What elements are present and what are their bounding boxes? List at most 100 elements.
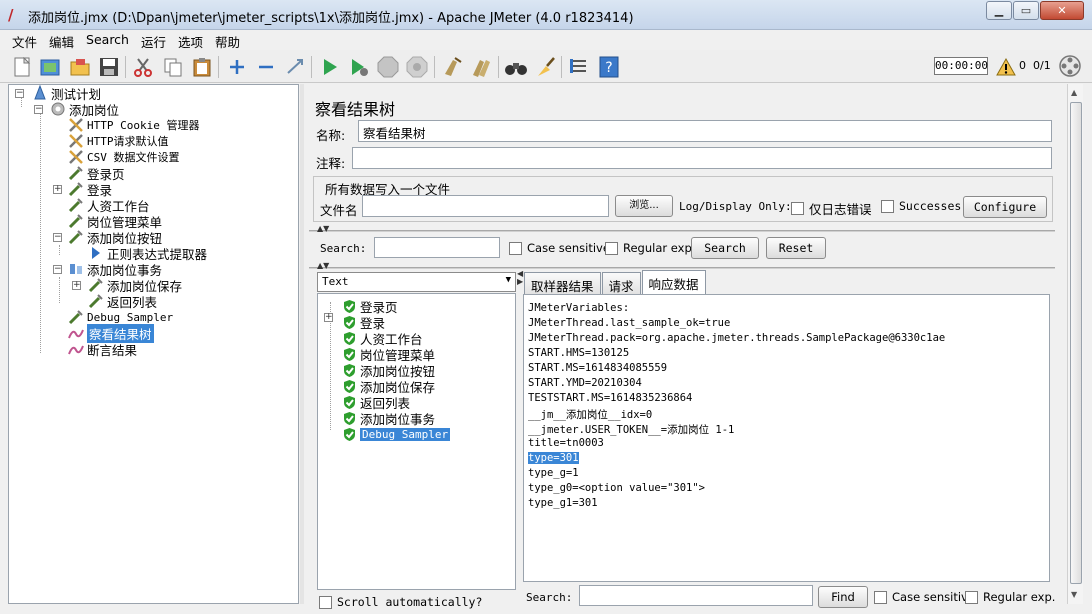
panel-title: 察看结果树 (315, 100, 396, 119)
toolbar: ? 00:00:00 0 0/1 (0, 50, 1092, 83)
reset-button[interactable]: Reset (766, 237, 826, 259)
response-line: JMeterThread.pack=org.apache.jmeter.thre… (528, 332, 946, 344)
browse-button[interactable]: 浏览... (615, 195, 673, 217)
warning-icon[interactable] (994, 55, 1018, 79)
tree-toggle-save[interactable]: + (72, 281, 81, 290)
checkbox-label: Case sensitive (527, 241, 610, 255)
shutdown-icon[interactable] (405, 55, 429, 79)
tree-toggle-thread-group[interactable]: − (34, 105, 43, 114)
menu-help[interactable]: 帮助 (209, 30, 246, 50)
sampler-pipette-icon (67, 165, 85, 181)
window-title: 添加岗位.jmx (D:\Dpan\jmeter\jmeter_scripts\… (28, 11, 634, 26)
sample-results-tree: + 登录页 登录 人资工作台 岗位管理菜单 添加岗位按钮 添加岗位保存 返回列表 添加岗位事务… (317, 293, 516, 590)
search-button[interactable]: Search (691, 237, 759, 259)
copy-icon[interactable] (161, 55, 185, 79)
menu-search[interactable]: Search (80, 30, 135, 50)
configure-button[interactable]: Configure (963, 196, 1047, 218)
checkbox-label: Regular exp. (983, 590, 1056, 604)
tree-node-cookie-manager[interactable]: HTTP Cookie 管理器 (67, 117, 199, 133)
sampler-pipette-icon (67, 309, 85, 325)
tree-node-assertion-results[interactable]: 断言结果 (67, 341, 138, 358)
sampler-pipette-icon (67, 229, 85, 245)
tab-sampler-result[interactable]: 取样器结果 (524, 272, 601, 294)
paste-icon[interactable] (190, 55, 214, 79)
function-helper-icon[interactable] (567, 55, 591, 79)
menu-edit[interactable]: 编辑 (43, 30, 80, 50)
sampler-pipette-icon (87, 293, 105, 309)
tree-node-thread-group[interactable]: 添加岗位 (49, 101, 119, 118)
find-button[interactable]: Find (818, 586, 868, 608)
find-case-sensitive-checkbox[interactable]: Case sensitive (874, 590, 975, 604)
response-text-area[interactable]: JMeterVariables: JMeterThread.last_sample… (523, 294, 1050, 582)
regular-exp-checkbox[interactable]: Regular exp. (605, 241, 695, 255)
remote-status-icon[interactable] (1058, 54, 1082, 78)
scroll-up-icon[interactable]: ▲ (1071, 88, 1077, 97)
renderer-select[interactable]: Text ▼ (317, 272, 516, 292)
menu-run[interactable]: 运行 (135, 30, 172, 50)
sampler-pipette-icon (67, 197, 85, 213)
collapse-icon[interactable] (254, 55, 278, 79)
save-icon[interactable] (97, 55, 121, 79)
sampler-pipette-icon (67, 181, 85, 197)
tree-toggle-add-post-button[interactable]: − (53, 233, 62, 242)
start-no-pauses-icon[interactable] (347, 55, 371, 79)
tree-toggle-login-result[interactable]: + (324, 313, 333, 322)
open-folder-icon[interactable] (68, 55, 92, 79)
filename-field[interactable] (362, 195, 609, 217)
search-input[interactable] (374, 237, 500, 258)
comment-field[interactable] (352, 147, 1052, 169)
successes-checkbox[interactable]: Successes (881, 199, 961, 213)
tree-node-label: 断言结果 (87, 342, 138, 358)
tree-toggle-root[interactable]: − (15, 89, 24, 98)
name-field[interactable]: 察看结果树 (358, 120, 1052, 142)
tree-toggle-login[interactable]: + (53, 185, 62, 194)
success-check-icon (340, 346, 358, 362)
cut-icon[interactable] (131, 55, 155, 79)
divider-middle (309, 267, 1055, 269)
expand-icon[interactable] (225, 55, 249, 79)
templates-icon[interactable] (38, 55, 62, 79)
sample-result-item[interactable]: Debug Sampler (340, 426, 451, 442)
response-line: __jmeter.USER_TOKEN__=添加岗位 1-1 (528, 424, 735, 436)
reset-search-icon[interactable] (533, 55, 557, 79)
errors-only-checkbox[interactable]: 仅日志错误 (791, 199, 872, 218)
toggle-icon[interactable] (283, 55, 307, 79)
help-icon[interactable]: ? (597, 55, 621, 79)
close-button[interactable]: ✕ (1040, 1, 1084, 20)
new-file-icon[interactable] (10, 55, 34, 79)
success-check-icon (340, 298, 358, 314)
scrollbar-thumb[interactable] (1070, 102, 1082, 584)
binoculars-icon[interactable] (504, 55, 528, 79)
scroll-automatically-checkbox[interactable]: Scroll automatically? (319, 595, 482, 609)
tree-toggle-transaction[interactable]: − (53, 265, 62, 274)
tree-node-return-list[interactable]: 返回列表 (87, 293, 157, 310)
collapse-arrows-icon[interactable]: ▲▼ (317, 225, 329, 233)
tab-response-data[interactable]: 响应数据 (641, 270, 706, 294)
maximize-button[interactable]: ▭ (1013, 1, 1039, 20)
name-label: 名称: (316, 128, 346, 143)
sample-result-item[interactable]: 添加岗位事务 (340, 410, 435, 427)
clear-all-icon[interactable] (469, 55, 493, 79)
scroll-down-icon[interactable]: ▼ (1071, 590, 1077, 599)
success-check-icon (340, 426, 358, 442)
comment-label: 注释: (316, 156, 346, 171)
response-line: type_g0=<option value="301"> (528, 482, 706, 494)
checkbox-box (881, 199, 894, 213)
find-regular-exp-checkbox[interactable]: Regular exp. (965, 590, 1055, 604)
collapse-arrows-icon[interactable]: ▲▼ (317, 262, 329, 270)
minimize-button[interactable]: ▁ (986, 1, 1012, 20)
tab-request[interactable]: 请求 (601, 272, 641, 294)
start-icon[interactable] (318, 55, 342, 79)
menu-file[interactable]: 文件 (6, 30, 43, 50)
success-check-icon (340, 394, 358, 410)
pane-splitter[interactable] (300, 84, 304, 604)
case-sensitive-checkbox[interactable]: Case sensitive (509, 241, 610, 255)
tree-node-http-defaults[interactable]: HTTP请求默认值 (67, 133, 169, 149)
success-check-icon (340, 314, 358, 330)
split-arrows-icon[interactable]: ◀ ▶ (517, 270, 523, 286)
clear-icon[interactable] (440, 55, 464, 79)
stop-icon[interactable] (376, 55, 400, 79)
find-input[interactable] (579, 585, 813, 606)
menu-options[interactable]: 选项 (172, 30, 209, 50)
panel-scrollbar[interactable]: ▲ ▼ (1067, 84, 1083, 604)
